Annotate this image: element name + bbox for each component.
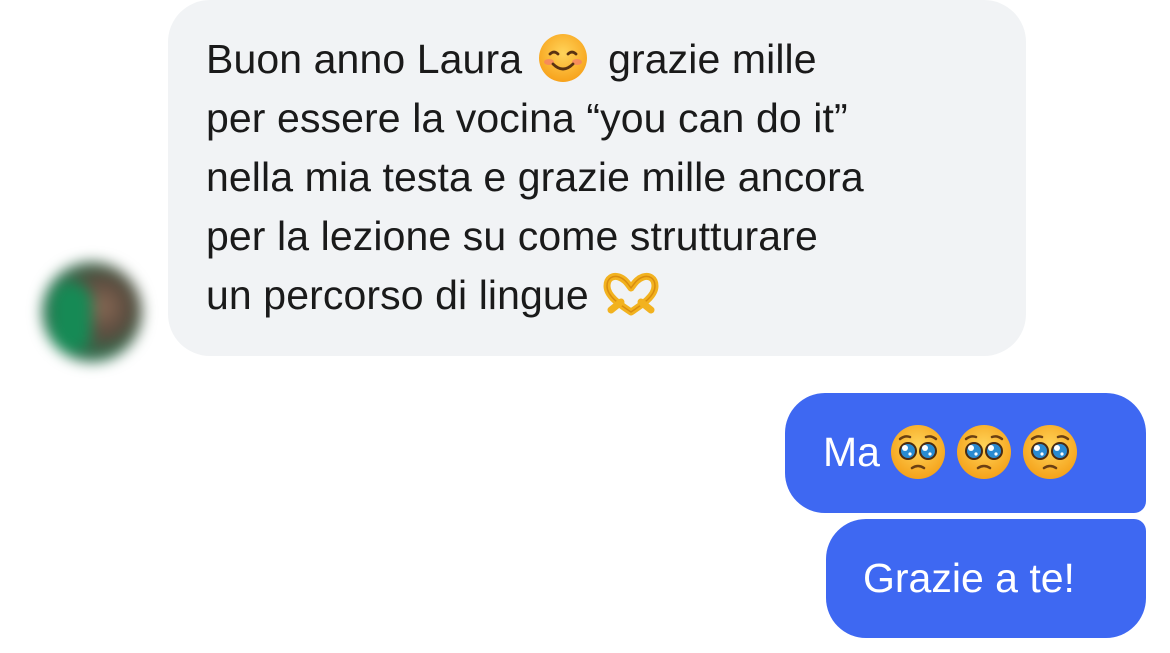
message-line: Buon anno Laura grazie mille [206, 30, 1006, 89]
outgoing-message-bubble[interactable]: Ma [785, 393, 1146, 513]
message-text-segment: un percorso di lingue [206, 272, 589, 318]
avatar-blur-shape [52, 282, 92, 352]
outgoing-message-bubble[interactable]: Grazie a te! [826, 519, 1146, 638]
message-line: per la lezione su come strutturare [206, 213, 818, 259]
incoming-message-bubble[interactable]: Buon anno Laura grazie mille per essere l… [168, 0, 1026, 356]
outgoing-message-text: Grazie a te! [863, 555, 1075, 601]
message-line: per essere la vocina “you can do it” [206, 95, 848, 141]
message-text-segment: Buon anno Laura [206, 36, 523, 82]
contact-avatar[interactable] [42, 262, 142, 362]
message-line: un percorso di lingue [206, 266, 1006, 325]
smiling-face-icon [538, 33, 588, 83]
message-text-segment: Ma [823, 429, 880, 475]
outgoing-message-text: Ma [823, 423, 1078, 481]
pleading-face-icon [956, 424, 1012, 480]
heart-hands-icon [601, 272, 661, 316]
pleading-face-icon [890, 424, 946, 480]
incoming-message-text: Buon anno Laura grazie mille per essere l… [206, 30, 1006, 325]
pleading-face-icon [1022, 424, 1078, 480]
message-text-segment: grazie mille [608, 36, 817, 82]
message-line: nella mia testa e grazie mille ancora [206, 154, 864, 200]
